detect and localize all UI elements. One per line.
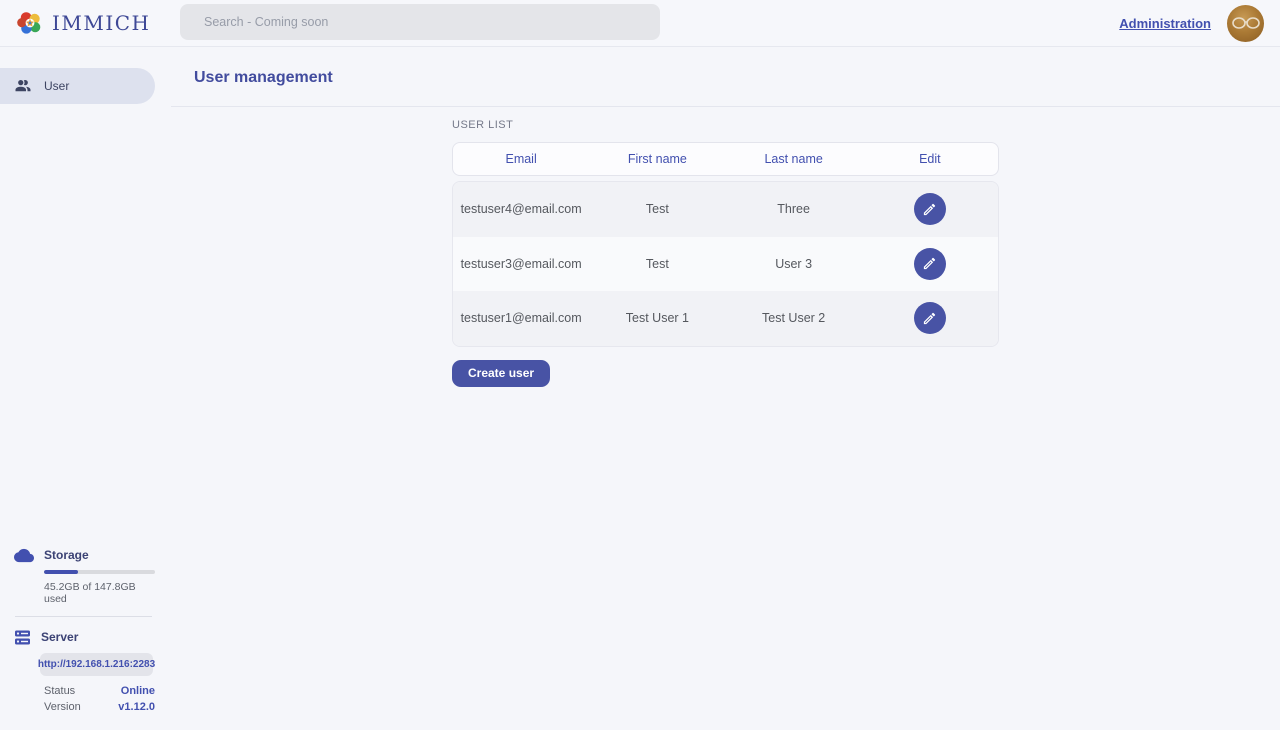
- user-list-panel: USER LIST EmailFirst nameLast nameEdit t…: [452, 107, 999, 387]
- server-url-chip: http://192.168.1.216:2283: [40, 653, 153, 676]
- table-row: testuser1@email.comTest User 1Test User …: [453, 291, 998, 346]
- column-header: First name: [589, 152, 725, 166]
- column-header: Edit: [862, 152, 998, 166]
- top-bar: IMMICH Administration: [0, 0, 1280, 47]
- immich-flower-icon: [16, 9, 44, 37]
- pencil-icon: [922, 311, 937, 326]
- cell-edit: [862, 248, 998, 280]
- cell-email: testuser1@email.com: [453, 311, 589, 325]
- create-user-button[interactable]: Create user: [452, 360, 550, 387]
- search-input[interactable]: [180, 4, 660, 40]
- server-url: http://192.168.1.216:2283: [38, 659, 155, 670]
- cell-last-name: Test User 2: [726, 311, 862, 325]
- cloud-icon: [14, 548, 34, 563]
- search-bar: [180, 4, 660, 40]
- topbar-right: Administration: [1119, 5, 1264, 42]
- sidebar-divider: [15, 616, 152, 617]
- storage-progress-fill: [44, 570, 78, 574]
- sidebar-item-user[interactable]: User: [0, 68, 155, 104]
- server-status-row: Status Online: [44, 683, 155, 699]
- user-avatar[interactable]: [1227, 5, 1264, 42]
- cell-first-name: Test User 1: [589, 311, 725, 325]
- column-header: Last name: [726, 152, 862, 166]
- sidebar-item-label: User: [44, 79, 69, 93]
- storage-title: Storage: [44, 548, 89, 562]
- storage-usage-text: 45.2GB of 147.8GB used: [44, 581, 155, 605]
- cell-last-name: User 3: [726, 257, 862, 271]
- cell-email: testuser3@email.com: [453, 257, 589, 271]
- status-label: Status: [44, 685, 75, 697]
- edit-user-button[interactable]: [914, 302, 946, 334]
- table-row: testuser4@email.comTestThree: [453, 182, 998, 237]
- server-icon: [14, 629, 31, 646]
- server-title: Server: [41, 630, 78, 644]
- pencil-icon: [922, 202, 937, 217]
- immich-logo[interactable]: IMMICH: [16, 9, 151, 37]
- cell-last-name: Three: [726, 202, 862, 216]
- storage-section-header: Storage: [0, 546, 155, 564]
- edit-user-button[interactable]: [914, 248, 946, 280]
- main-content: User management USER LIST EmailFirst nam…: [171, 47, 1280, 730]
- administration-link[interactable]: Administration: [1119, 16, 1211, 31]
- version-value: v1.12.0: [118, 701, 155, 713]
- table-rows: testuser4@email.comTestThreetestuser3@em…: [452, 181, 999, 347]
- cell-first-name: Test: [589, 202, 725, 216]
- sidebar-bottom: Storage 45.2GB of 147.8GB used: [0, 546, 155, 715]
- logo-text: IMMICH: [52, 11, 151, 35]
- cell-edit: [862, 193, 998, 225]
- cell-email: testuser4@email.com: [453, 202, 589, 216]
- status-value: Online: [121, 685, 155, 697]
- sidebar: User Storage 45.2GB of 147.8GB used: [0, 47, 171, 730]
- server-version-row: Version v1.12.0: [44, 699, 155, 715]
- table-header-row: EmailFirst nameLast nameEdit: [452, 142, 999, 176]
- column-header: Email: [453, 152, 589, 166]
- version-label: Version: [44, 701, 81, 713]
- pencil-icon: [922, 256, 937, 271]
- section-label: USER LIST: [452, 119, 999, 131]
- edit-user-button[interactable]: [914, 193, 946, 225]
- table-row: testuser3@email.comTestUser 3: [453, 237, 998, 292]
- storage-progress-bar: [44, 570, 155, 574]
- users-icon: [14, 77, 32, 95]
- cell-first-name: Test: [589, 257, 725, 271]
- cell-edit: [862, 302, 998, 334]
- server-section-header: Server: [0, 628, 155, 646]
- page-title: User management: [171, 47, 1280, 106]
